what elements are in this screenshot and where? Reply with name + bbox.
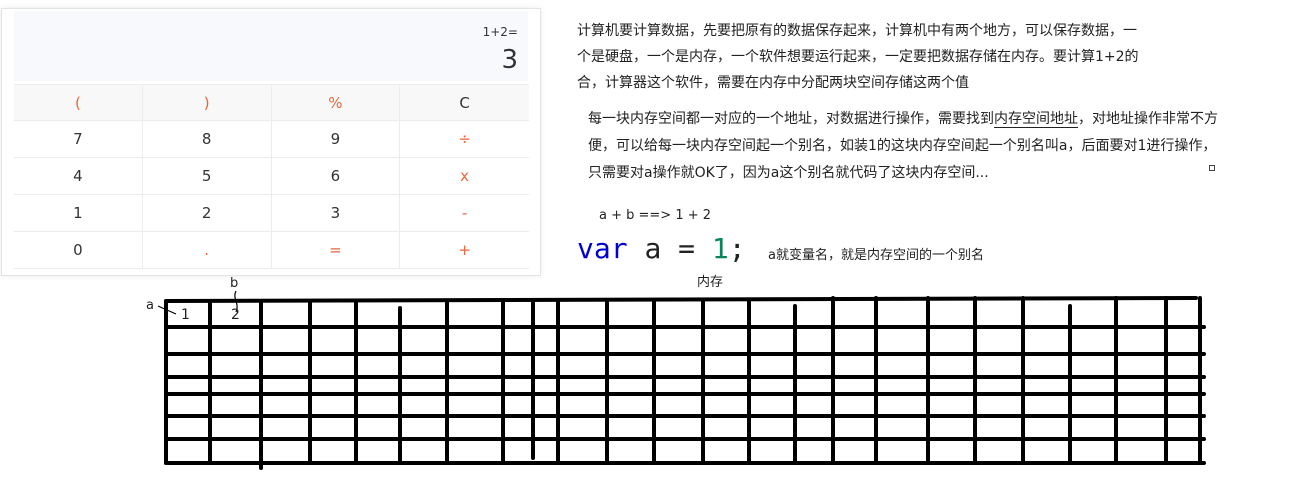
memory-cell-value-2: 2 <box>231 307 240 323</box>
memory-grid-diagram <box>157 290 1206 470</box>
grid-line-h <box>164 296 1198 303</box>
variable-label-a: a <box>146 298 154 313</box>
memory-cell-value-1: 1 <box>181 307 190 323</box>
variable-label-b: b <box>230 276 239 291</box>
